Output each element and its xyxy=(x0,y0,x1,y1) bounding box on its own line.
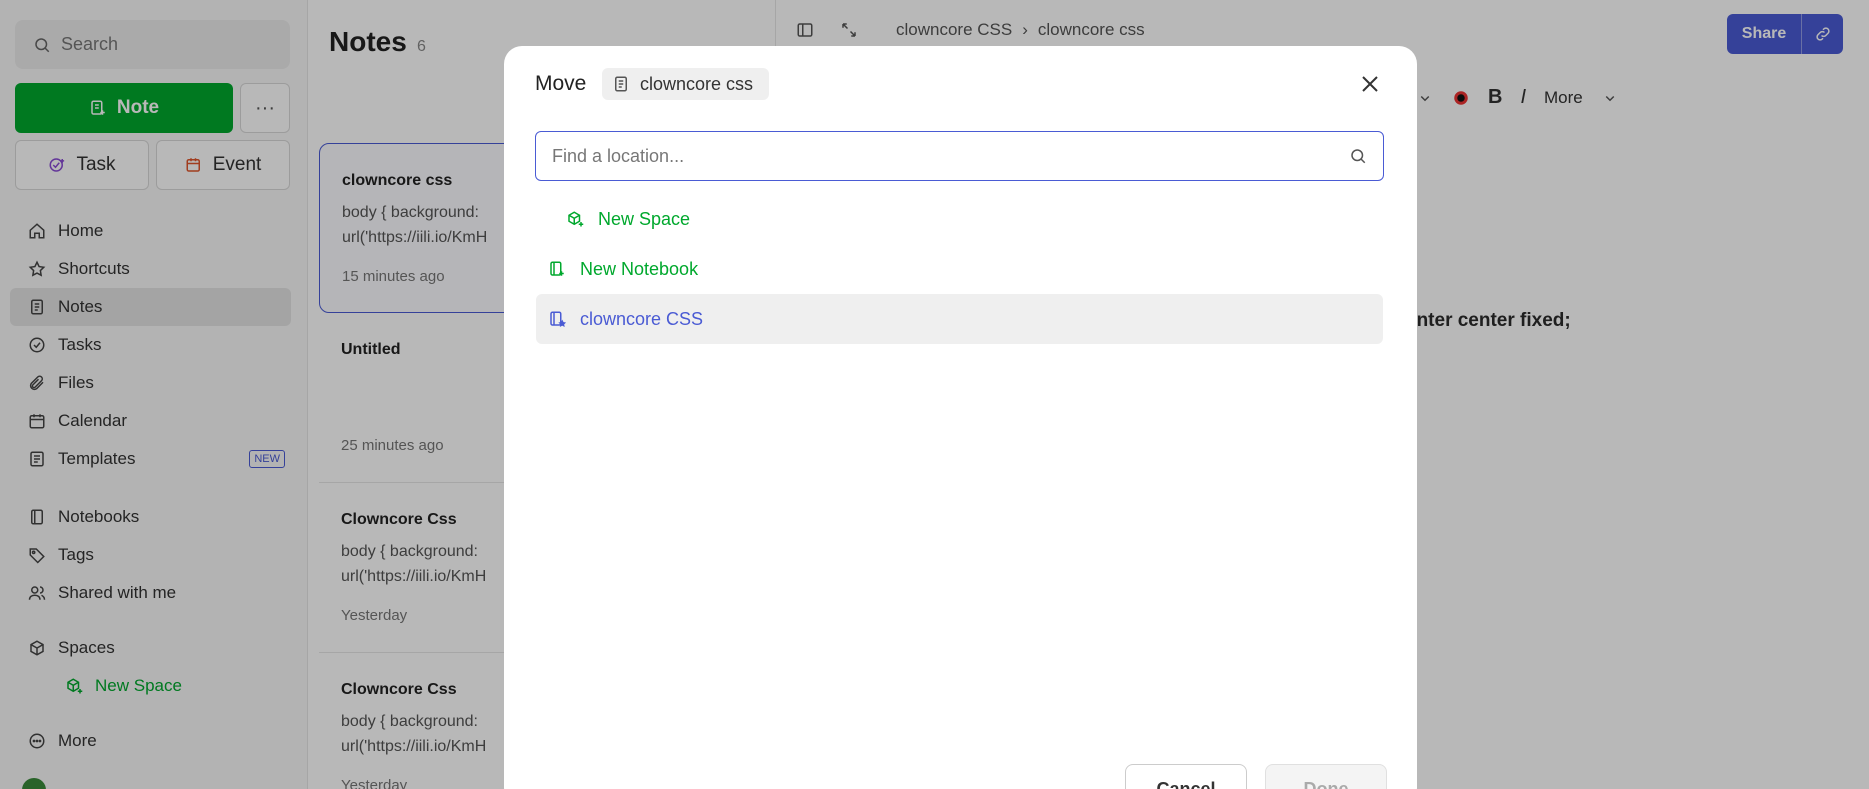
notebook-plus-icon xyxy=(548,260,566,278)
close-button[interactable] xyxy=(1358,72,1382,96)
moving-note-label: clowncore css xyxy=(640,73,754,94)
location-new-notebook[interactable]: New Notebook xyxy=(536,244,1383,294)
cube-plus-icon xyxy=(566,210,584,228)
location-list: New Space New Notebook clowncore CSS xyxy=(536,194,1383,344)
location-search-input[interactable] xyxy=(552,145,1349,167)
cancel-button[interactable]: Cancel xyxy=(1125,764,1247,789)
note-icon xyxy=(612,75,630,93)
close-icon xyxy=(1362,76,1378,92)
location-notebook[interactable]: clowncore CSS xyxy=(536,294,1383,344)
location-label: clowncore CSS xyxy=(580,308,704,329)
location-label: New Space xyxy=(598,208,691,229)
move-dialog: Move clowncore css New Space New Noteboo… xyxy=(504,46,1417,789)
location-label: New Notebook xyxy=(580,258,699,279)
search-icon xyxy=(1349,147,1367,165)
moving-note-chip: clowncore css xyxy=(602,68,770,100)
done-button[interactable]: Done xyxy=(1265,764,1387,789)
notebook-star-icon xyxy=(548,310,566,328)
location-new-space[interactable]: New Space xyxy=(536,194,1383,244)
location-search xyxy=(535,131,1384,181)
dialog-title: Move xyxy=(535,72,587,95)
